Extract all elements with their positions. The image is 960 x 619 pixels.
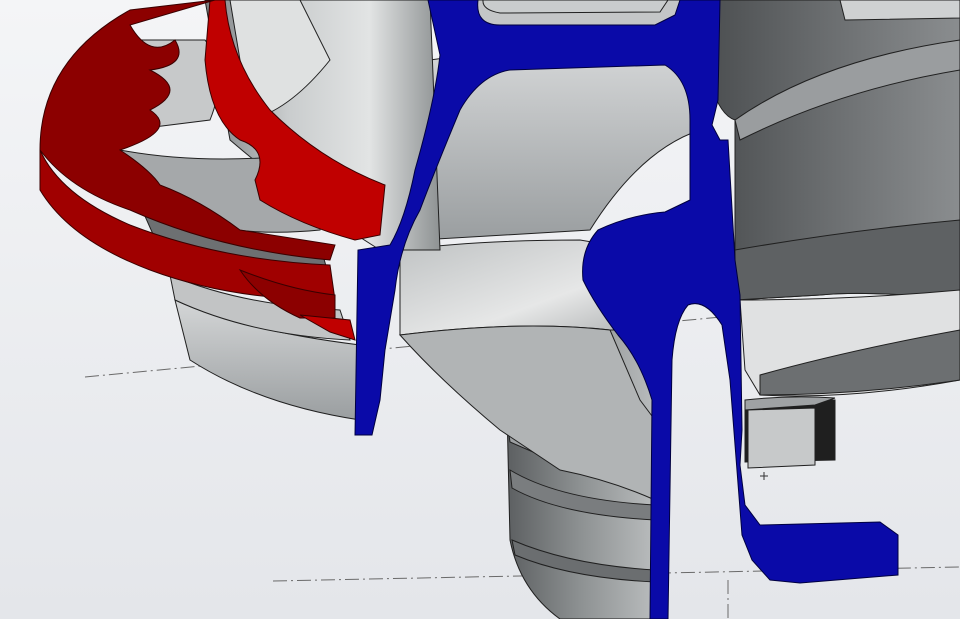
section-view-model[interactable] <box>0 0 960 619</box>
flange-step <box>744 396 836 469</box>
cad-3d-viewport[interactable] <box>0 0 960 619</box>
